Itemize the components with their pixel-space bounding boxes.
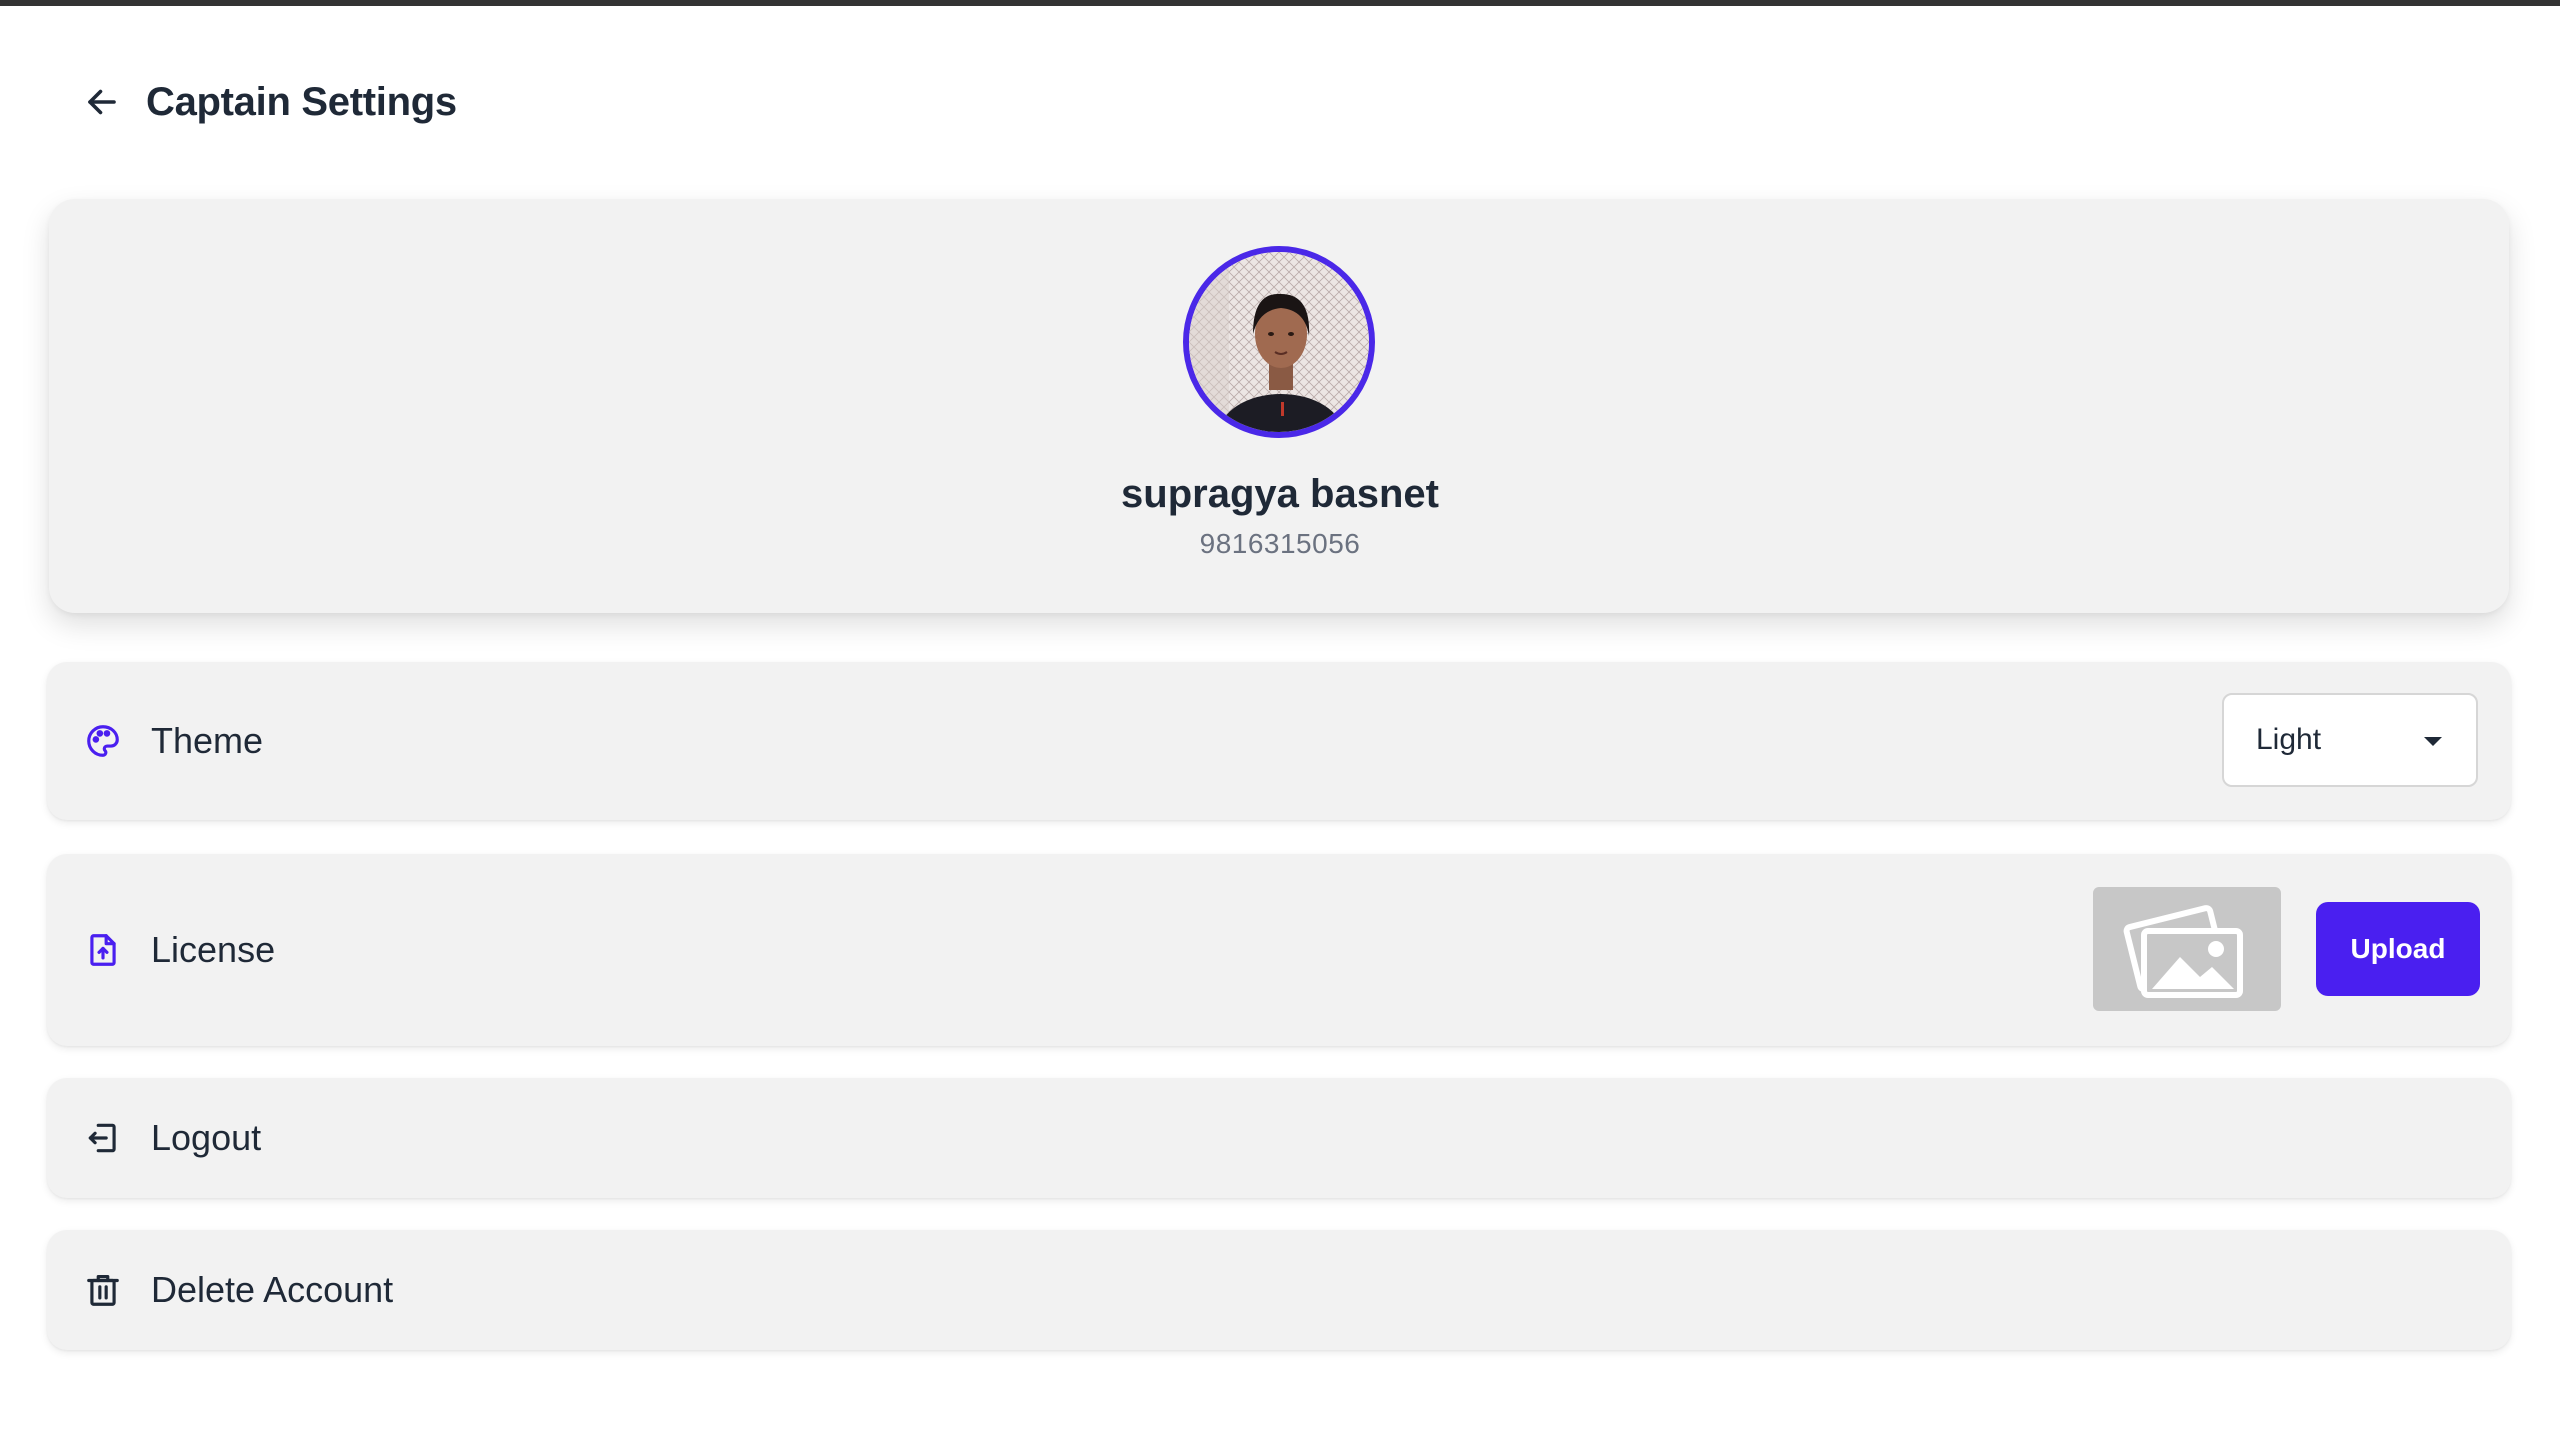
profile-photo — [1189, 252, 1369, 432]
delete-account-label: Delete Account — [151, 1269, 394, 1310]
profile-phone: 9816315056 — [1199, 528, 1361, 559]
theme-select-value: Light — [2256, 723, 2322, 756]
palette-icon — [83, 721, 123, 761]
license-row-left: License — [83, 854, 275, 1046]
theme-label: Theme — [151, 720, 264, 761]
theme-row-left: Theme — [83, 662, 263, 820]
profile-name: supragya basnet — [1121, 472, 1439, 516]
page-title: Captain Settings — [146, 79, 457, 124]
logout-row[interactable]: Logout — [47, 1078, 2511, 1198]
logout-row-left: Logout — [83, 1078, 261, 1198]
logout-icon — [83, 1118, 123, 1158]
license-thumbnail[interactable] — [2093, 887, 2281, 1011]
theme-row: Theme Light — [47, 662, 2511, 820]
top-border — [0, 0, 2560, 6]
avatar[interactable] — [1183, 246, 1375, 438]
license-label: License — [151, 929, 276, 970]
trash-icon — [83, 1270, 123, 1310]
back-button[interactable] — [80, 80, 124, 124]
delete-account-row-left: Delete Account — [83, 1230, 393, 1350]
page-header: Captain Settings — [80, 72, 457, 132]
arrow-left-icon — [88, 89, 116, 115]
delete-account-row[interactable]: Delete Account — [47, 1230, 2511, 1350]
logout-label: Logout — [151, 1117, 262, 1158]
chevron-down-icon — [2424, 737, 2442, 746]
upload-button[interactable]: Upload — [2316, 902, 2480, 996]
file-upload-icon — [83, 930, 123, 970]
image-placeholder-icon — [2123, 905, 2243, 998]
theme-select[interactable]: Light — [2222, 693, 2478, 787]
